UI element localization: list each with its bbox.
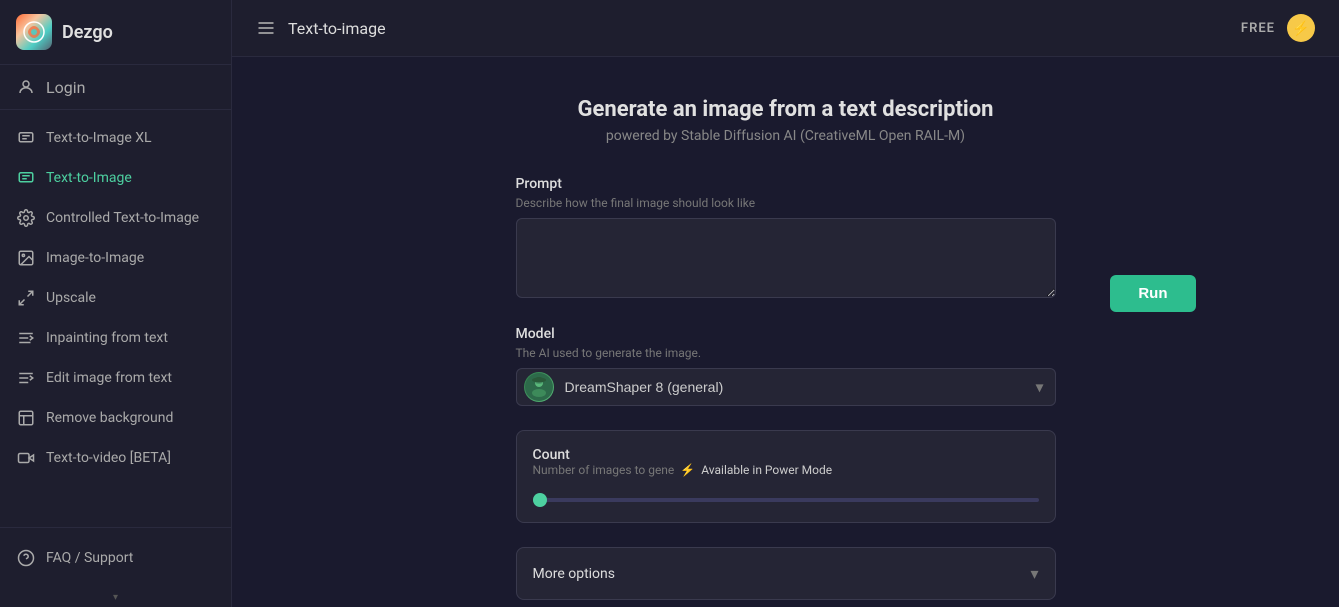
power-button[interactable]: ⚡ [1287, 14, 1315, 42]
count-section: Count Number of images to gene ⚡ Availab… [516, 430, 1056, 523]
sidebar-item-text-to-video[interactable]: Text-to-video [BETA] [0, 438, 231, 478]
model-group: Model The AI used to generate the image. [516, 326, 1056, 406]
nav-label: Text-to-video [BETA] [46, 450, 171, 466]
slider-wrapper [533, 487, 1039, 506]
nav-label: Upscale [46, 290, 96, 306]
nav-label: Text-to-Image [46, 170, 132, 186]
faq-label: FAQ / Support [46, 550, 133, 566]
edit-icon [16, 368, 36, 388]
model-hint: The AI used to generate the image. [516, 346, 1056, 360]
app-name: Dezgo [62, 22, 113, 43]
sidebar-item-inpainting-from-text[interactable]: Inpainting from text [0, 318, 231, 358]
nav-label: Text-to-Image XL [46, 130, 152, 146]
scroll-indicator: ▾ [0, 588, 231, 607]
sidebar-item-text-to-image[interactable]: Text-to-Image [0, 158, 231, 198]
sidebar: Dezgo Login Text-to-Image XL [0, 0, 232, 607]
sidebar-header: Dezgo [0, 0, 231, 65]
prompt-hint: Describe how the final image should look… [516, 196, 1056, 210]
main-area: Text-to-image FREE ⚡ Generate an image f… [232, 0, 1339, 607]
content-area: Generate an image from a text descriptio… [232, 57, 1339, 607]
nav-label: Image-to-Image [46, 250, 144, 266]
video-icon [16, 448, 36, 468]
menu-icon[interactable] [256, 18, 276, 38]
page-subtitle: powered by Stable Diffusion AI (Creative… [336, 128, 1236, 144]
sidebar-footer: FAQ / Support [0, 527, 231, 588]
count-slider[interactable] [533, 498, 1039, 502]
login-label: Login [46, 78, 85, 97]
count-hint: Number of images to gene ⚡ Available in … [533, 463, 1039, 477]
inpaint-icon [16, 328, 36, 348]
sidebar-item-edit-image-from-text[interactable]: Edit image from text [0, 358, 231, 398]
chat2-icon [16, 168, 36, 188]
prompt-group: Prompt Describe how the final image shou… [516, 176, 1056, 302]
model-select-wrapper: DreamShaper 8 (general) ▾ [516, 368, 1056, 406]
count-hint-pre: Number of images to gene [533, 463, 675, 477]
nav-label: Inpainting from text [46, 330, 168, 346]
sidebar-item-image-to-image[interactable]: Image-to-Image [0, 238, 231, 278]
sidebar-item-remove-background[interactable]: Remove background [0, 398, 231, 438]
image-icon [16, 248, 36, 268]
content-inner: Generate an image from a text descriptio… [336, 97, 1236, 607]
topbar-title: Text-to-image [288, 19, 386, 38]
count-label: Count [533, 447, 1039, 463]
page-title: Generate an image from a text descriptio… [336, 97, 1236, 122]
faq-support-link[interactable]: FAQ / Support [16, 540, 215, 576]
prompt-textarea[interactable] [516, 218, 1056, 298]
sidebar-item-controlled-text-to-image[interactable]: Controlled Text-to-Image [0, 198, 231, 238]
login-button[interactable]: Login [0, 65, 231, 110]
nav-label: Edit image from text [46, 370, 172, 386]
sidebar-nav: Text-to-Image XL Text-to-Image Controlle… [0, 110, 231, 527]
model-label: Model [516, 326, 1056, 342]
chat-icon [16, 128, 36, 148]
free-badge: FREE [1241, 21, 1275, 36]
faq-icon [16, 548, 36, 568]
model-avatar [524, 372, 554, 402]
topbar: Text-to-image FREE ⚡ [232, 0, 1339, 57]
more-options-chevron-icon: ▾ [1030, 564, 1038, 583]
sidebar-item-text-to-image-xl[interactable]: Text-to-Image XL [0, 118, 231, 158]
subtitle-link: (CreativeML Open RAIL-M) [800, 128, 965, 144]
model-select[interactable]: DreamShaper 8 (general) [516, 368, 1056, 406]
power-mode-text: Available in Power Mode [701, 463, 832, 477]
upscale-icon [16, 288, 36, 308]
more-options-section[interactable]: More options ▾ [516, 547, 1056, 600]
sidebar-item-upscale[interactable]: Upscale [0, 278, 231, 318]
power-icon: ⚡ [680, 463, 695, 477]
settings-icon [16, 208, 36, 228]
user-icon [16, 77, 36, 97]
page-heading: Generate an image from a text descriptio… [336, 97, 1236, 144]
more-options-label: More options [533, 566, 616, 582]
form-section: Prompt Describe how the final image shou… [516, 176, 1056, 600]
remove-bg-icon [16, 408, 36, 428]
nav-label: Controlled Text-to-Image [46, 210, 199, 226]
nav-label: Remove background [46, 410, 173, 426]
logo-icon [16, 14, 52, 50]
run-button[interactable]: Run [1110, 275, 1195, 312]
topbar-right: FREE ⚡ [1241, 14, 1315, 42]
prompt-label: Prompt [516, 176, 1056, 192]
subtitle-pre: powered by Stable Diffusion AI [606, 128, 797, 144]
